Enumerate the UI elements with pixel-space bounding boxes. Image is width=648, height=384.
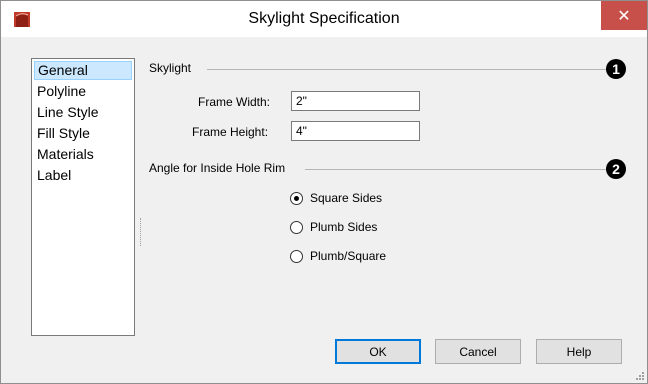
angle-group-divider (305, 169, 607, 170)
sidebar-item-fill-style[interactable]: Fill Style (34, 124, 132, 143)
radio-button[interactable] (290, 191, 303, 205)
dialog-content: General Polyline Line Style Fill Style M… (9, 38, 639, 374)
sidebar-item-general[interactable]: General (34, 61, 132, 80)
frame-width-input[interactable] (291, 91, 420, 111)
frame-height-input[interactable] (291, 121, 420, 141)
radio-button[interactable] (290, 220, 303, 234)
radio-label: Square Sides (310, 191, 383, 205)
skylight-group-divider (207, 69, 607, 70)
radio-plumb-sides[interactable]: Plumb Sides (290, 220, 377, 234)
resize-grip-icon[interactable] (635, 371, 645, 381)
radio-plumb-square[interactable]: Plumb/Square (290, 249, 386, 263)
panel-splitter[interactable] (140, 218, 143, 246)
frame-height-label: Frame Height: (192, 125, 269, 139)
frame-width-label: Frame Width: (198, 95, 271, 109)
help-button[interactable]: Help (536, 339, 622, 364)
window-title: Skylight Specification (248, 10, 400, 27)
radio-selected-dot (294, 195, 299, 201)
radio-square-sides[interactable]: Square Sides (290, 191, 382, 205)
angle-group-label: Angle for Inside Hole Rim (149, 161, 286, 175)
sidebar-item-label[interactable]: Label (34, 166, 132, 185)
radio-button[interactable] (290, 249, 303, 263)
close-button[interactable]: ✕ (601, 1, 647, 30)
title-bar: Skylight Specification ✕ (1, 1, 647, 37)
radio-label: Plumb/Square (310, 249, 387, 263)
cancel-button[interactable]: Cancel (435, 339, 521, 364)
category-list[interactable]: General Polyline Line Style Fill Style M… (31, 58, 135, 336)
callout-badge-2: 2 (606, 159, 626, 179)
callout-badge-1: 1 (606, 59, 626, 79)
dialog-window: Skylight Specification ✕ General Polylin… (0, 0, 648, 384)
ok-button[interactable]: OK (335, 339, 421, 364)
sidebar-item-polyline[interactable]: Polyline (34, 82, 132, 101)
close-icon: ✕ (617, 7, 631, 25)
sidebar-item-line-style[interactable]: Line Style (34, 103, 132, 122)
sidebar-item-materials[interactable]: Materials (34, 145, 132, 164)
skylight-group-label: Skylight (149, 61, 192, 75)
radio-label: Plumb Sides (310, 220, 378, 234)
